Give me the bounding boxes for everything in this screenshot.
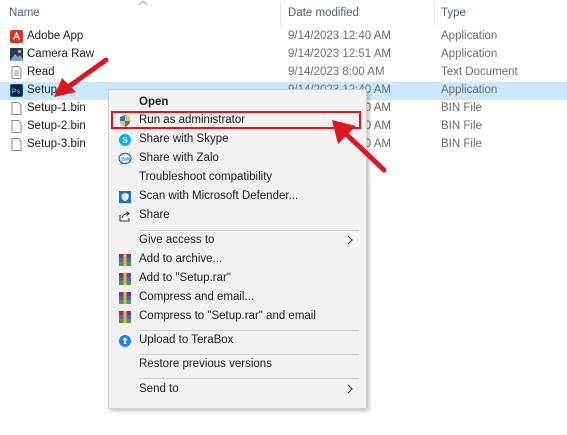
menu-item-send-to[interactable]: Send to [109, 381, 366, 399]
menu-item-label: Share [139, 209, 170, 221]
svg-text:Zalo: Zalo [121, 157, 131, 162]
menu-item-label: Open [139, 96, 169, 108]
menu-item-label: Scan with Microsoft Defender... [139, 190, 299, 202]
menu-item-label: Share with Skype [139, 133, 229, 145]
menu-item-label: Troubleshoot compatibility [139, 171, 273, 183]
menu-item-label: Add to "Setup.rar" [139, 272, 231, 284]
blank-file-icon [11, 120, 22, 133]
winrar-icon [119, 292, 131, 304]
sort-caret-icon [138, 0, 148, 6]
red-arrow-icon [54, 57, 109, 97]
submenu-chevron-icon [347, 384, 353, 394]
winrar-icon [119, 254, 131, 266]
file-type: Text Document [441, 66, 518, 78]
file-type: BIN File [441, 138, 482, 150]
column-header: Name Date modified Type [0, 0, 567, 26]
column-divider[interactable] [434, 2, 435, 26]
menu-item-label: Add to archive... [139, 253, 223, 265]
menu-item-compress-and-email[interactable]: Compress and email... [109, 289, 366, 307]
file-name: Adobe App [27, 30, 84, 42]
menu-item-label: Give access to [139, 234, 215, 246]
winrar-icon [119, 273, 131, 285]
menu-item-label: Share with Zalo [139, 152, 219, 164]
menu-item-add-to-setup-rar[interactable]: Add to "Setup.rar" [109, 270, 366, 288]
svg-text:Ps: Ps [12, 89, 21, 96]
share-icon [119, 211, 130, 222]
menu-item-upload-to-terabox[interactable]: Upload to TeraBox [109, 332, 366, 350]
red-arrow-icon [332, 120, 387, 173]
menu-item-label: Restore previous versions [139, 358, 272, 370]
camera-raw-icon [10, 48, 23, 61]
submenu-chevron-icon [347, 235, 353, 245]
file-row-adobe-app[interactable]: Adobe App 9/14/2023 12:40 AM Application [0, 28, 567, 46]
winrar-icon [119, 311, 131, 323]
file-date: 9/14/2023 8:00 AM [288, 66, 385, 78]
menu-item-give-access-to[interactable]: Give access to [109, 232, 366, 250]
column-name[interactable]: Name [9, 7, 40, 19]
file-type: Application [441, 48, 498, 60]
file-date: 9/14/2023 12:51 AM [288, 48, 391, 60]
menu-separator [139, 330, 359, 331]
adobe-app-icon [10, 30, 23, 43]
terabox-icon [119, 335, 131, 347]
menu-item-restore-previous-versions[interactable]: Restore previous versions [109, 356, 366, 374]
menu-item-label: Compress and email... [139, 291, 255, 303]
menu-item-label: Compress to "Setup.rar" and email [139, 310, 316, 322]
file-name: Setup-2.bin [27, 120, 86, 132]
file-type: BIN File [441, 102, 482, 114]
file-type: BIN File [441, 120, 482, 132]
svg-text:S: S [122, 135, 128, 145]
menu-separator [139, 354, 359, 355]
column-date-modified[interactable]: Date modified [288, 7, 359, 19]
photoshop-icon: Ps [10, 84, 23, 97]
zalo-icon: Zalo [118, 152, 132, 165]
file-type: Application [441, 30, 498, 42]
file-name: Setup-3.bin [27, 138, 86, 150]
menu-item-label: Send to [139, 383, 179, 395]
menu-item-scan-with-defender[interactable]: Scan with Microsoft Defender... [109, 188, 366, 206]
file-date: 9/14/2023 12:40 AM [288, 30, 391, 42]
menu-item-compress-setup-rar-email[interactable]: Compress to "Setup.rar" and email [109, 308, 366, 326]
skype-icon: S [119, 134, 131, 146]
blank-file-icon [11, 102, 22, 115]
menu-item-share[interactable]: Share [109, 207, 366, 225]
blank-file-icon [11, 138, 22, 151]
defender-shield-icon [119, 191, 131, 203]
file-name: Setup-1.bin [27, 102, 86, 114]
column-divider[interactable] [280, 2, 281, 26]
menu-separator [139, 378, 359, 379]
file-type: Application [441, 84, 498, 96]
column-type[interactable]: Type [441, 7, 466, 19]
menu-item-add-to-archive[interactable]: Add to archive... [109, 251, 366, 269]
text-document-icon [11, 66, 22, 79]
menu-separator [139, 230, 359, 231]
menu-item-label: Upload to TeraBox [139, 334, 234, 346]
